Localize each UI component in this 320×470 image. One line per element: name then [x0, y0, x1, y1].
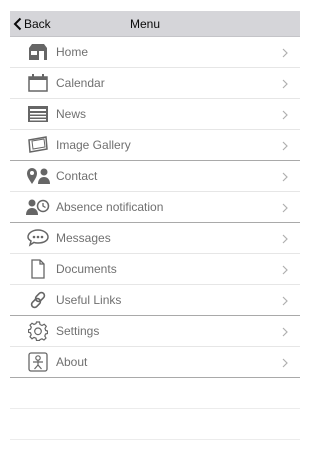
menu-item-label: Settings	[56, 324, 100, 338]
menu-item-messages[interactable]: Messages	[10, 223, 300, 254]
menu-list: Home Calendar News Image Gallery Contact…	[10, 37, 300, 378]
menu-item-useful-links[interactable]: Useful Links	[10, 285, 300, 316]
chevron-right-icon	[282, 347, 288, 378]
menu-item-home[interactable]: Home	[10, 37, 300, 68]
settings-icon	[26, 319, 50, 343]
menu-item-settings[interactable]: Settings	[10, 316, 300, 347]
menu-item-label: Documents	[56, 262, 117, 276]
menu-item-absence-notification[interactable]: Absence notification	[10, 192, 300, 223]
empty-row	[10, 378, 300, 409]
messages-icon	[26, 226, 50, 250]
documents-icon	[26, 257, 50, 281]
menu-item-calendar[interactable]: Calendar	[10, 68, 300, 99]
chevron-right-icon	[282, 68, 288, 99]
home-icon	[26, 40, 50, 64]
page-title: Menu	[129, 17, 161, 31]
menu-item-contact[interactable]: Contact	[10, 161, 300, 192]
menu-item-label: Useful Links	[56, 293, 122, 307]
menu-item-news[interactable]: News	[10, 99, 300, 130]
absence-notification-icon	[26, 195, 50, 219]
chevron-right-icon	[282, 254, 288, 285]
chevron-right-icon	[282, 130, 288, 161]
menu-item-label: Home	[56, 45, 89, 59]
menu-item-label: Messages	[56, 231, 111, 245]
menu-item-label: About	[56, 355, 88, 369]
image-gallery-icon	[26, 133, 50, 157]
chevron-right-icon	[282, 161, 288, 192]
menu-item-label: Calendar	[56, 76, 105, 90]
navigation-bar: Back Menu	[10, 11, 300, 37]
menu-screen: Back Menu Home Calendar News Image Galle…	[10, 11, 300, 440]
chevron-right-icon	[282, 37, 288, 68]
menu-item-about[interactable]: About	[10, 347, 300, 378]
about-icon	[26, 350, 50, 374]
chevron-right-icon	[282, 192, 288, 223]
menu-item-documents[interactable]: Documents	[10, 254, 300, 285]
news-icon	[26, 102, 50, 126]
menu-item-label: Absence notification	[56, 200, 164, 214]
chevron-right-icon	[282, 223, 288, 254]
useful-links-icon	[26, 288, 50, 312]
menu-item-label: Image Gallery	[56, 138, 131, 152]
chevron-right-icon	[282, 316, 288, 347]
menu-item-label: Contact	[56, 169, 98, 183]
empty-row	[10, 409, 300, 440]
menu-item-label: News	[56, 107, 87, 121]
chevron-right-icon	[282, 99, 288, 130]
contact-icon	[26, 164, 50, 188]
menu-item-image-gallery[interactable]: Image Gallery	[10, 130, 300, 161]
calendar-icon	[26, 71, 50, 95]
chevron-right-icon	[282, 285, 288, 316]
